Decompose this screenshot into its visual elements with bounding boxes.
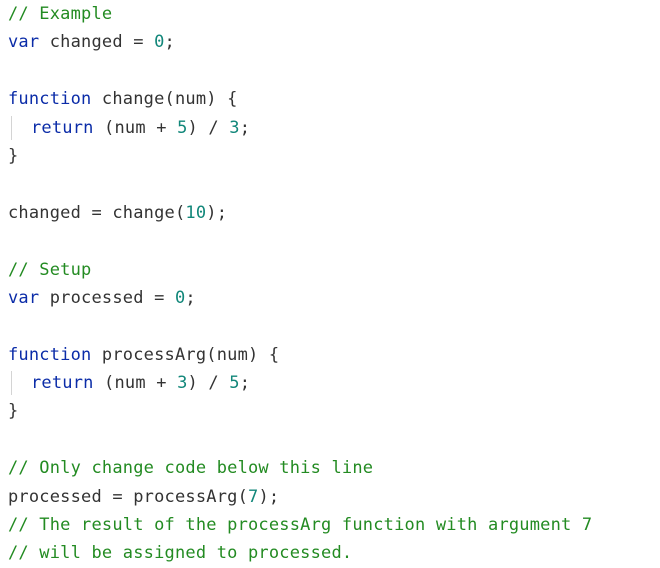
code-line[interactable]: // will be assigned to processed. (8, 539, 660, 567)
code-text: ) / (187, 373, 230, 394)
code-line[interactable]: return (num + 5) / 3; (8, 114, 660, 142)
code-text: processed = processArg( (8, 486, 249, 507)
code-comment: // Setup (8, 259, 92, 280)
code-text: (num + (93, 373, 178, 394)
code-keyword: function (8, 344, 92, 365)
code-punctuation: ; (239, 117, 251, 138)
code-line[interactable]: } (8, 142, 660, 170)
code-number: 5 (229, 373, 240, 394)
code-line[interactable] (8, 426, 660, 454)
code-line[interactable]: return (num + 3) / 5; (8, 369, 660, 397)
code-line[interactable]: // Example (8, 0, 660, 28)
code-text: processed = (39, 287, 175, 308)
code-comment: // will be assigned to processed. (8, 543, 353, 564)
code-punctuation: ; (185, 287, 196, 308)
code-keyword: var (8, 32, 40, 53)
code-number: 5 (177, 117, 188, 138)
code-number: 0 (174, 287, 186, 308)
code-line[interactable]: changed = change(10); (8, 199, 660, 227)
code-line[interactable]: } (8, 397, 660, 425)
code-number: 3 (229, 117, 240, 138)
code-line[interactable] (8, 57, 660, 85)
code-keyword: var (8, 287, 40, 308)
code-keyword: return (31, 117, 94, 138)
code-line[interactable] (8, 170, 660, 198)
code-line[interactable]: var processed = 0; (8, 284, 660, 312)
code-punctuation: ); (258, 486, 280, 507)
code-text: (num + (93, 117, 178, 138)
code-line[interactable]: function change(num) { (8, 85, 660, 113)
code-punctuation: } (8, 145, 19, 166)
code-line[interactable]: var changed = 0; (8, 28, 660, 56)
code-punctuation: ); (206, 202, 228, 223)
indent-guide (11, 371, 12, 396)
code-comment: // Only change code below this line (8, 458, 374, 479)
code-editor[interactable]: // Example var changed = 0; function chang… (8, 0, 660, 568)
code-number: 10 (185, 202, 207, 223)
code-line[interactable]: function processArg(num) { (8, 341, 660, 369)
code-line[interactable] (8, 312, 660, 340)
code-text: processArg(num) { (91, 344, 280, 365)
code-text: ) / (187, 117, 230, 138)
code-comment: // Example (8, 4, 113, 24)
code-keyword: function (8, 89, 92, 110)
code-number: 3 (177, 373, 188, 394)
code-line[interactable] (8, 227, 660, 255)
code-number: 7 (248, 486, 259, 507)
code-line[interactable]: // Only change code below this line (8, 454, 660, 482)
code-punctuation: ; (164, 32, 175, 53)
indent-guide (11, 115, 12, 140)
code-punctuation: } (8, 401, 19, 422)
code-keyword: return (31, 373, 94, 394)
code-text: change(num) { (91, 89, 238, 110)
code-text: changed = change( (8, 202, 186, 223)
code-line[interactable]: // Setup (8, 256, 660, 284)
code-punctuation: ; (239, 373, 251, 394)
code-number: 0 (154, 32, 165, 53)
code-line[interactable]: processed = processArg(7); (8, 483, 660, 511)
code-line[interactable]: // The result of the processArg function… (8, 511, 660, 539)
code-text: changed = (39, 32, 155, 53)
code-comment: // The result of the processArg function… (8, 515, 593, 536)
